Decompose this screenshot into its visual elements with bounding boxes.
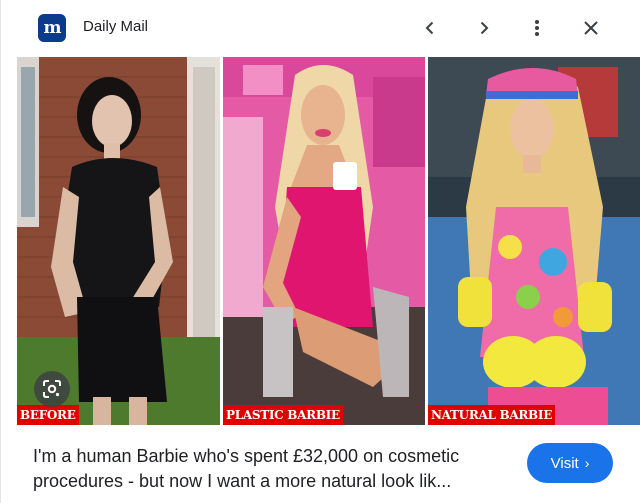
source-logo[interactable]: m — [38, 14, 66, 42]
next-button[interactable] — [467, 11, 501, 45]
visit-button[interactable]: Visit › — [527, 443, 613, 483]
preview-header: m Daily Mail — [1, 0, 640, 57]
close-button[interactable] — [574, 11, 608, 45]
before-photo: BEFORE — [17, 57, 220, 425]
visit-label: Visit — [550, 454, 579, 472]
google-lens-button[interactable] — [34, 371, 70, 407]
result-title[interactable]: I'm a human Barbie who's spent £32,000 o… — [33, 444, 513, 494]
chevron-right-icon — [480, 21, 489, 35]
more-vert-icon — [535, 20, 539, 36]
photo-caption: BEFORE — [17, 405, 79, 425]
previous-button[interactable] — [413, 11, 447, 45]
chevron-right-icon: › — [584, 455, 590, 471]
image-preview-panel: m Daily Mail BEFORE PLASTIC BARBIE NATUR… — [0, 0, 640, 503]
photo-caption: PLASTIC BARBIE — [223, 405, 343, 425]
google-lens-icon — [43, 380, 61, 398]
close-icon — [584, 21, 598, 35]
result-image[interactable]: BEFORE PLASTIC BARBIE NATURAL BARBIE — [17, 57, 640, 425]
chevron-left-icon — [425, 21, 434, 35]
more-options-button[interactable] — [520, 11, 554, 45]
source-name[interactable]: Daily Mail — [83, 18, 148, 35]
plastic-barbie-photo: PLASTIC BARBIE — [223, 57, 425, 425]
natural-barbie-photo: NATURAL BARBIE — [428, 57, 640, 425]
photo-caption: NATURAL BARBIE — [428, 405, 556, 425]
